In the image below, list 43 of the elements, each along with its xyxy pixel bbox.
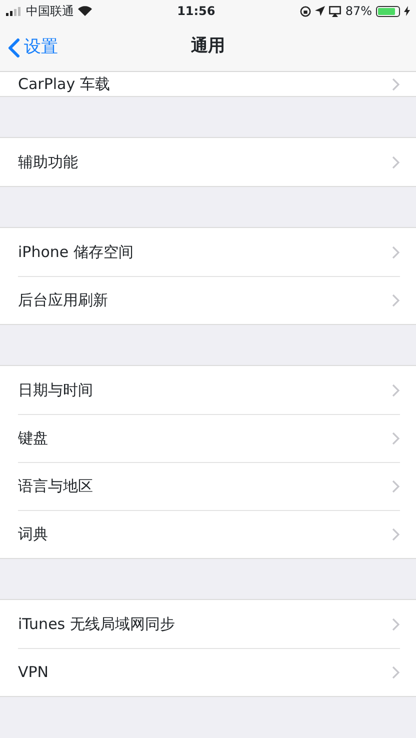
chevron-icon xyxy=(392,432,400,445)
row-label: iPhone 储存空间 xyxy=(18,242,134,263)
battery-percent: 87% xyxy=(345,3,372,20)
row-label: 键盘 xyxy=(18,428,48,450)
carrier-name: 中国联通 xyxy=(26,3,74,20)
chevron-icon xyxy=(392,480,400,493)
back-chevron-icon xyxy=(8,38,20,58)
list-row[interactable]: 辅助功能 xyxy=(0,138,416,186)
list-row[interactable]: 词典 xyxy=(0,510,416,558)
back-button[interactable]: 设置 xyxy=(8,35,58,60)
row-label: 语言与地区 xyxy=(18,476,93,498)
chevron-icon xyxy=(392,246,400,258)
chevron-icon xyxy=(392,78,400,90)
chevron-icon xyxy=(392,294,400,307)
list-row[interactable]: 日期与时间 xyxy=(0,366,416,414)
row-label: 词典 xyxy=(18,524,48,546)
row-label: CarPlay 车载 xyxy=(18,74,110,95)
airplay-icon xyxy=(329,6,342,16)
rotation-lock-icon xyxy=(300,6,312,16)
wifi-icon xyxy=(78,6,92,16)
row-label: 后台应用刷新 xyxy=(18,290,108,312)
chevron-icon xyxy=(392,666,400,679)
row-label: 日期与时间 xyxy=(18,380,93,401)
list-row[interactable]: 键盘 xyxy=(0,414,416,462)
chevron-icon xyxy=(392,156,400,168)
page-title: 通用 xyxy=(191,34,225,58)
row-label: 辅助功能 xyxy=(18,152,78,173)
battery-icon xyxy=(376,6,400,16)
row-label: VPN xyxy=(18,662,49,684)
row-label: iTunes 无线局域网同步 xyxy=(18,614,175,635)
location-icon xyxy=(315,6,326,16)
list-row[interactable]: VPN xyxy=(0,648,416,696)
status-time: 11:56 xyxy=(177,3,216,20)
chevron-icon xyxy=(392,618,400,630)
charging-icon xyxy=(404,6,410,16)
chevron-icon xyxy=(392,384,400,396)
list-row[interactable]: 后台应用刷新 xyxy=(0,276,416,324)
list-row[interactable]: iTunes 无线局域网同步 xyxy=(0,600,416,648)
chevron-icon xyxy=(392,528,400,541)
signal-icon xyxy=(6,6,22,16)
list-row[interactable]: 语言与地区 xyxy=(0,462,416,510)
list-row[interactable]: CarPlay 车载 xyxy=(0,72,416,96)
list-row[interactable]: iPhone 储存空间 xyxy=(0,228,416,276)
